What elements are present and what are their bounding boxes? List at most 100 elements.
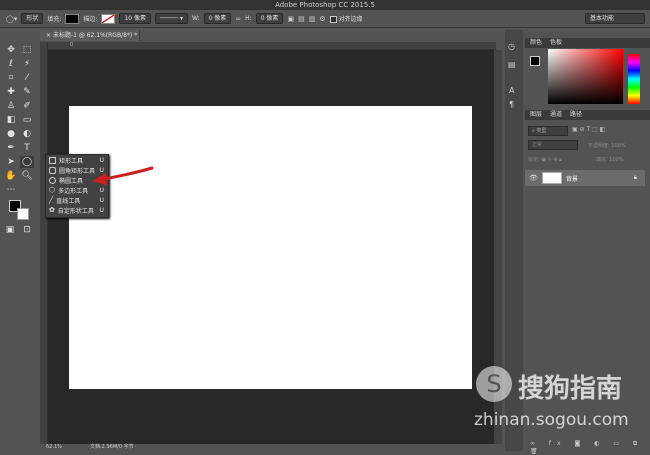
sogou-watermark: S 搜狗指南 zhinan.sogou.com [472,362,650,434]
properties-icon[interactable]: ▤ [508,60,516,69]
stroke-label: 描边: [83,16,98,23]
magic-wand-icon[interactable]: ⚡ [20,58,34,70]
tab-channels[interactable]: 通道 [550,110,562,120]
stroke-swatch[interactable] [101,13,116,24]
tool-preset-icon[interactable]: ◯▾ [6,15,17,23]
move-icon[interactable]: ✥ [4,44,18,56]
zoom-icon[interactable]: 🔍︎ [20,170,34,182]
opacity-control[interactable]: 不透明度: 100% [588,142,626,149]
path-operations-icon[interactable]: ▣ [287,15,294,23]
ellipse-icon[interactable]: ◯ [20,156,34,168]
app-title: Adobe Photoshop CC 2015.5 [275,1,375,9]
quick-mask-icon[interactable]: ▣ [3,224,17,236]
blend-mode-select[interactable]: 正常 [528,140,578,150]
shortcut-key: U [99,206,104,214]
workspace-select[interactable]: 基本功能 [585,13,645,24]
stroke-size-input[interactable]: 10 像素 [119,13,151,24]
more-tools-icon[interactable]: ⋯ [4,184,18,196]
doc-info: 文档:2.96M/0 字节 [90,444,134,450]
w-label: W: [191,15,200,22]
eyedropper-icon[interactable]: ⁄ [20,72,34,84]
sogou-logo-icon: S [476,366,512,402]
lock-icon: 🔒︎ [633,174,637,181]
layers-footer-icons[interactable]: ∞ fx ◙ ◐ ▭ ⧉ 🗑︎ [530,440,650,455]
ellipse-shape-icon [49,176,56,184]
rectangle-icon [49,156,56,164]
layer-filter-label: 类型 [536,128,547,134]
visibility-eye-icon[interactable]: 👁︎ [529,174,538,182]
background-color-swatch[interactable] [17,208,29,220]
layer-row-background[interactable]: 👁︎ 背景 🔒︎ [525,170,645,186]
marquee-icon[interactable]: ⬚ [20,44,34,56]
history-icon[interactable]: ◷ [508,42,515,51]
tab-layers[interactable]: 图层 [530,110,542,120]
align-edges-label: 对齐边缘 [338,16,363,23]
toolbox: ✥ ⬚ ℓ ⚡ ⌗ ⁄ ✚ ✎ ♙ ✐ ◧ ▭ ● ◐ ✒ T ➤ ◯ ✋ 🔍︎… [2,40,38,446]
watermark-url: zhinan.sogou.com [474,410,629,430]
healing-brush-icon[interactable]: ✚ [4,86,18,98]
panel-foreground-swatch[interactable] [530,56,540,66]
fill-opacity-value: 100% [609,157,624,163]
character-icon[interactable]: A [509,86,514,95]
crop-icon[interactable]: ⌗ [4,72,18,84]
fill-swatch[interactable] [65,13,80,24]
tab-color[interactable]: 颜色 [530,38,542,48]
blur-icon[interactable]: ● [4,128,18,140]
hue-slider[interactable] [628,54,640,104]
shortcut-key: U [99,156,104,164]
path-arrangement-icon[interactable]: ▥ [309,15,316,23]
lasso-icon[interactable]: ℓ [4,58,18,70]
ruler-origin-label: 0 [70,42,74,48]
document-canvas[interactable] [69,106,472,389]
fill-control[interactable]: 填充: 100% [596,156,624,163]
paragraph-icon[interactable]: ¶ [509,100,514,109]
flyout-item-custom-shape[interactable]: ✿ 自定形状工具 U [46,205,108,215]
history-brush-icon[interactable]: ✐ [20,100,34,112]
hand-icon[interactable]: ✋ [4,170,18,182]
path-alignment-icon[interactable]: ▤ [298,15,305,23]
ruler-vertical [40,42,48,444]
type-icon[interactable]: T [20,142,34,154]
layers-panel-tabs: 图层 通道 路径 [525,110,650,120]
layer-name: 背景 [565,175,578,183]
color-panel-tabs: 颜色 色板 [525,38,650,48]
document-tab[interactable]: × 未标题-1 @ 62.1%(RGB/8*) * [40,30,140,41]
fill-label: 填充: [47,16,62,23]
brush-icon[interactable]: ✎ [20,86,34,98]
stroke-type-select[interactable]: ───── ▾ [154,13,188,24]
width-input[interactable]: 0 像素 [203,13,232,24]
mode-select[interactable]: 形状 [21,13,44,24]
tab-paths[interactable]: 路径 [570,110,582,120]
stamp-icon[interactable]: ♙ [4,100,18,112]
pen-icon[interactable]: ✒ [4,142,18,154]
document-tab-label: 未标题-1 @ 62.1%(RGB/8*) * [52,32,138,39]
link-icon[interactable]: ∞ [235,15,241,23]
tab-swatches[interactable]: 色板 [550,38,562,48]
ruler-horizontal: 0 [48,42,496,50]
rounded-rectangle-icon [49,166,56,174]
dodge-icon[interactable]: ◐ [20,128,34,140]
eraser-icon[interactable]: ◧ [4,114,18,126]
lock-row: 锁定: ▣ ✎ ✥ 🔒︎ [528,157,562,163]
opacity-value: 100% [611,143,626,149]
color-picker-field[interactable] [548,49,623,104]
flyout-item-line[interactable]: ╱ 直线工具 U [46,195,108,205]
shortcut-key: U [99,196,104,204]
gradient-icon[interactable]: ▭ [20,114,34,126]
path-select-icon[interactable]: ➤ [4,156,18,168]
opacity-label: 不透明度: [588,143,610,149]
lock-label: 锁定: [528,157,540,163]
screen-mode-icon[interactable]: ⊡ [20,224,34,236]
height-input[interactable]: 0 像素 [255,13,284,24]
layer-filter-icons[interactable]: ▣ ⊘ T ⬚ ◧ [572,126,605,133]
blend-mode-value: 正常 [532,142,543,148]
checkbox-icon [329,16,337,23]
flyout-label: 直线工具 [56,197,81,205]
gear-icon[interactable]: ⚙ [319,15,325,23]
flyout-label: 多边形工具 [58,187,89,195]
zoom-level[interactable]: 62.1% [46,444,62,451]
custom-shape-icon: ✿ [49,206,55,214]
layer-filter-select[interactable]: ⌕ 类型 [528,126,568,136]
annotation-arrow [92,166,154,185]
align-edges-checkbox[interactable]: 对齐边缘 [329,14,363,23]
